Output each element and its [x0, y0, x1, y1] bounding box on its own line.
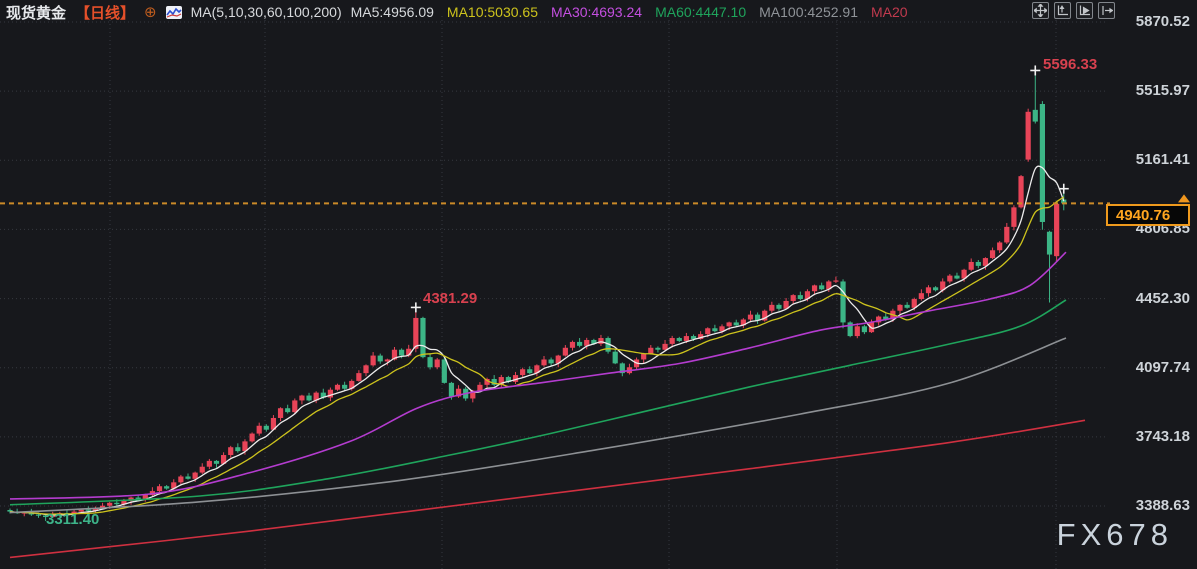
watermark-logo: FX678 [1057, 517, 1173, 553]
price-axis-label: 4097.74 [1100, 359, 1190, 376]
ma-line-ma10 [10, 197, 1064, 514]
mini-chart-icon[interactable] [166, 6, 182, 19]
price-annotation: 3311.40 [46, 511, 99, 528]
timeframe-label[interactable]: 【日线】 [75, 2, 135, 23]
ma-readout: MA20 [871, 4, 908, 20]
price-axis-label: 3743.18 [1100, 428, 1190, 445]
price-annotation: 5596.33 [1043, 56, 1097, 73]
symbol-title: 现货黄金 [6, 2, 66, 23]
ma-params-label: MA(5,10,30,60,100,200) [191, 4, 342, 20]
axis-scale-icon[interactable] [1054, 2, 1071, 19]
candlestick-chart-canvas[interactable] [0, 0, 1197, 569]
ma-line-ma30 [10, 252, 1066, 499]
price-axis-label: 3388.63 [1100, 497, 1190, 514]
circle-plus-icon[interactable]: ⊕ [144, 5, 157, 20]
pan-icon[interactable] [1032, 2, 1049, 19]
playback-icon[interactable] [1076, 2, 1093, 19]
ma-line-ma200 [10, 420, 1085, 557]
ma-readout: MA10:5030.65 [447, 4, 538, 20]
price-annotation: 4381.29 [423, 290, 477, 307]
ma-readout: MA5:4956.09 [351, 4, 434, 20]
price-arrow-icon[interactable] [1178, 194, 1190, 202]
price-axis-label: 5515.97 [1100, 82, 1190, 99]
chart-toolbar [1032, 2, 1115, 19]
chart-header: 现货黄金 【日线】 ⊕ MA(5,10,30,60,100,200) MA5:4… [6, 3, 908, 21]
last-price-tag: 4940.76 [1106, 204, 1190, 226]
chart-window: 现货黄金 【日线】 ⊕ MA(5,10,30,60,100,200) MA5:4… [0, 0, 1197, 569]
ma-readout: MA100:4252.91 [759, 4, 858, 20]
ma-readout-group: MA5:4956.09 MA10:5030.65 MA30:4693.24 MA60:… [351, 4, 908, 20]
ma-line-ma5 [10, 166, 1064, 515]
shift-right-icon[interactable] [1098, 2, 1115, 19]
price-axis-label: 4452.30 [1100, 290, 1190, 307]
ma-readout: MA60:4447.10 [655, 4, 746, 20]
ma-readout: MA30:4693.24 [551, 4, 642, 20]
ma-line-ma60 [10, 300, 1066, 505]
price-axis-label: 5161.41 [1100, 151, 1190, 168]
